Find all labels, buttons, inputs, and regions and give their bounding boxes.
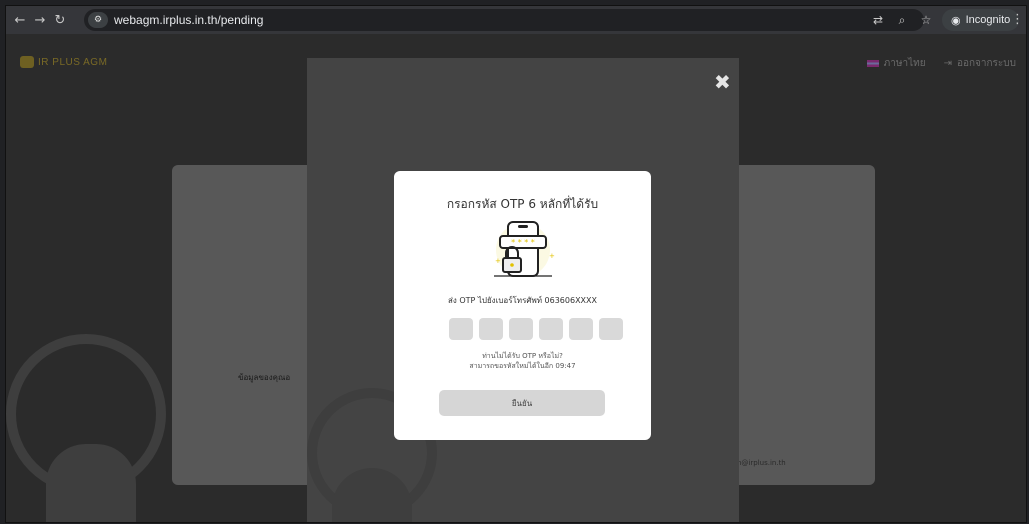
incognito-badge[interactable]: ◉ Incognito bbox=[942, 9, 1020, 31]
logo-icon bbox=[20, 56, 34, 68]
browser-window: ← → ↻ ⚙ webagm.irplus.in.th/pending ⇄ ⌕ … bbox=[5, 5, 1027, 523]
incognito-icon: ◉ bbox=[951, 14, 961, 27]
otp-dialog: กรอกรหัส OTP 6 หลักที่ได้รับ * * * * + +… bbox=[394, 171, 651, 440]
reload-icon[interactable]: ↻ bbox=[50, 13, 70, 28]
browser-menu-icon[interactable]: ⋮ bbox=[1011, 12, 1024, 27]
close-icon[interactable]: ✖ bbox=[714, 70, 731, 94]
incognito-label: Incognito bbox=[965, 14, 1011, 26]
zoom-icon[interactable]: ⌕ bbox=[894, 13, 910, 28]
otp-title: กรอกรหัส OTP 6 หลักที่ได้รับ bbox=[446, 197, 599, 211]
otp-digit-input[interactable] bbox=[569, 318, 593, 340]
back-icon[interactable]: ← bbox=[10, 13, 30, 28]
browser-toolbar: ← → ↻ ⚙ webagm.irplus.in.th/pending ⇄ ⌕ … bbox=[6, 6, 1026, 34]
address-bar[interactable]: ⚙ webagm.irplus.in.th/pending bbox=[84, 9, 924, 31]
background-email: n@irplus.in.th bbox=[737, 459, 786, 467]
otp-input-group bbox=[449, 318, 623, 340]
logout-button[interactable]: ⇥ ออกจากระบบ bbox=[944, 56, 1016, 71]
svg-text:* * * *: * * * * bbox=[511, 238, 535, 247]
forward-icon[interactable]: → bbox=[30, 13, 50, 28]
logo-text: IR PLUS AGM bbox=[38, 56, 108, 68]
language-label: ภาษาไทย bbox=[883, 58, 926, 69]
svg-text:+: + bbox=[495, 257, 501, 265]
otp-resend-info: ท่านไม่ได้รับ OTP หรือไม่? สามารถขอรหัสใ… bbox=[394, 351, 651, 371]
app-logo[interactable]: IR PLUS AGM bbox=[20, 56, 107, 68]
site-info-icon[interactable]: ⚙ bbox=[88, 12, 108, 28]
otp-resend-countdown: สามารถขอรหัสใหม่ได้ในอีก 09:47 bbox=[469, 362, 576, 370]
otp-digit-input[interactable] bbox=[539, 318, 563, 340]
otp-sent-to: ส่ง OTP ไปยังเบอร์โทรศัพท์ 063606XXXX bbox=[448, 296, 597, 305]
background-card-label: ข้อมูลของคุณอ bbox=[238, 373, 291, 382]
svg-text:+: + bbox=[549, 252, 555, 260]
logout-label: ออกจากระบบ bbox=[956, 58, 1016, 69]
otp-not-received-text[interactable]: ท่านไม่ได้รับ OTP หรือไม่? bbox=[394, 351, 651, 361]
thai-flag-icon bbox=[866, 60, 879, 67]
translate-icon[interactable]: ⇄ bbox=[870, 13, 886, 27]
phone-lock-illustration: * * * * + + bbox=[494, 221, 555, 277]
logout-icon: ⇥ bbox=[943, 58, 952, 69]
header-actions: ภาษาไทย ⇥ ออกจากระบบ bbox=[866, 56, 1016, 71]
confirm-button[interactable]: ยืนยัน bbox=[439, 390, 605, 416]
bookmark-star-icon[interactable]: ☆ bbox=[918, 13, 934, 27]
otp-digit-input[interactable] bbox=[449, 318, 473, 340]
otp-digit-input[interactable] bbox=[479, 318, 503, 340]
page-content: IR PLUS AGM ภาษาไทย ⇥ ออกจากระบบ ข้อมูลข… bbox=[6, 34, 1026, 522]
otp-digit-input[interactable] bbox=[509, 318, 533, 340]
language-switch[interactable]: ภาษาไทย bbox=[866, 56, 926, 71]
person-illustration bbox=[46, 444, 136, 522]
otp-digit-input[interactable] bbox=[599, 318, 623, 340]
url-text[interactable]: webagm.irplus.in.th/pending bbox=[114, 13, 263, 27]
